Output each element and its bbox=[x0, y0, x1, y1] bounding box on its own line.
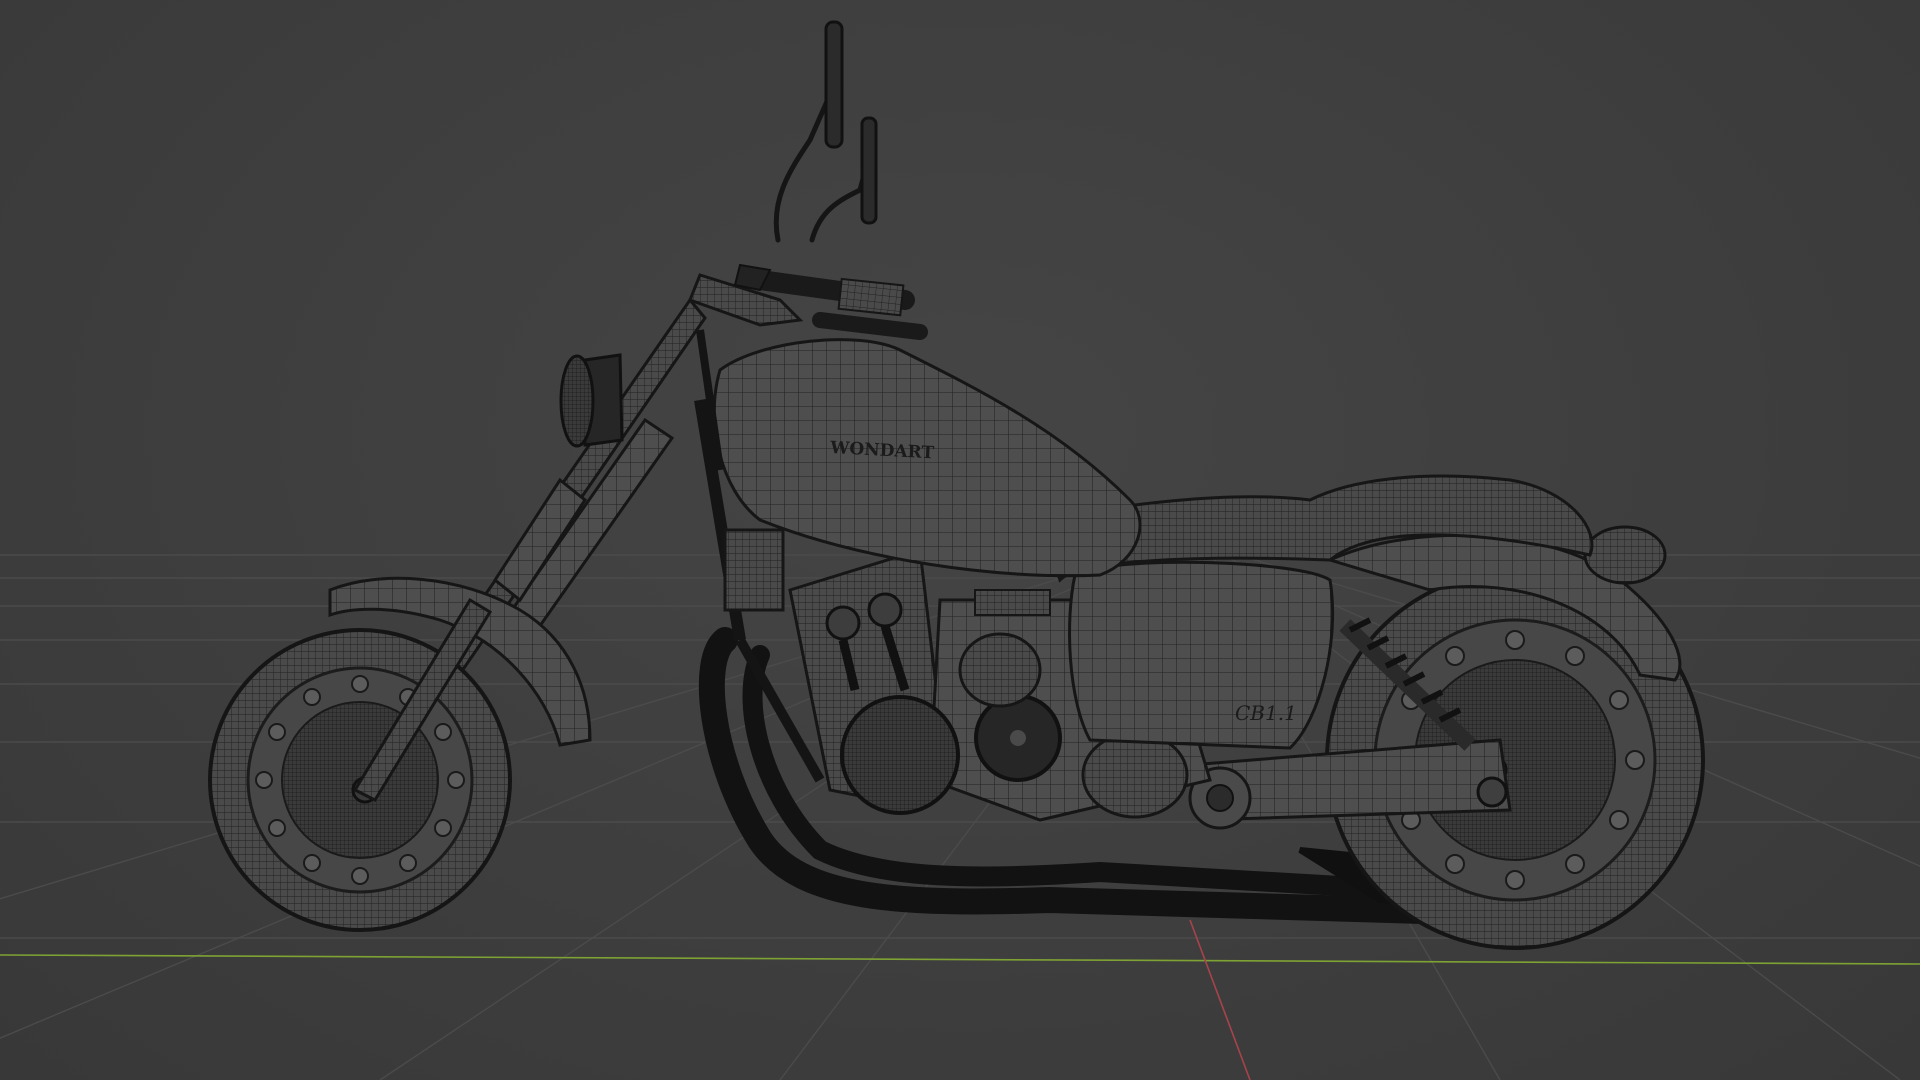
3d-viewport[interactable]: CB1.1 WONDART bbox=[0, 0, 1920, 1080]
handlebars bbox=[688, 263, 928, 340]
y-axis-line bbox=[1189, 919, 1251, 1080]
x-axis-line bbox=[0, 954, 1920, 965]
scene-svg[interactable]: CB1.1 WONDART bbox=[0, 0, 1920, 1080]
side-badge-text: CB1.1 bbox=[1235, 701, 1297, 725]
tail-light bbox=[1583, 525, 1667, 585]
battery-box bbox=[723, 528, 785, 612]
mirrors bbox=[773, 20, 878, 243]
headlight bbox=[559, 353, 624, 448]
motorcycle-model[interactable]: CB1.1 WONDART bbox=[208, 20, 1705, 950]
